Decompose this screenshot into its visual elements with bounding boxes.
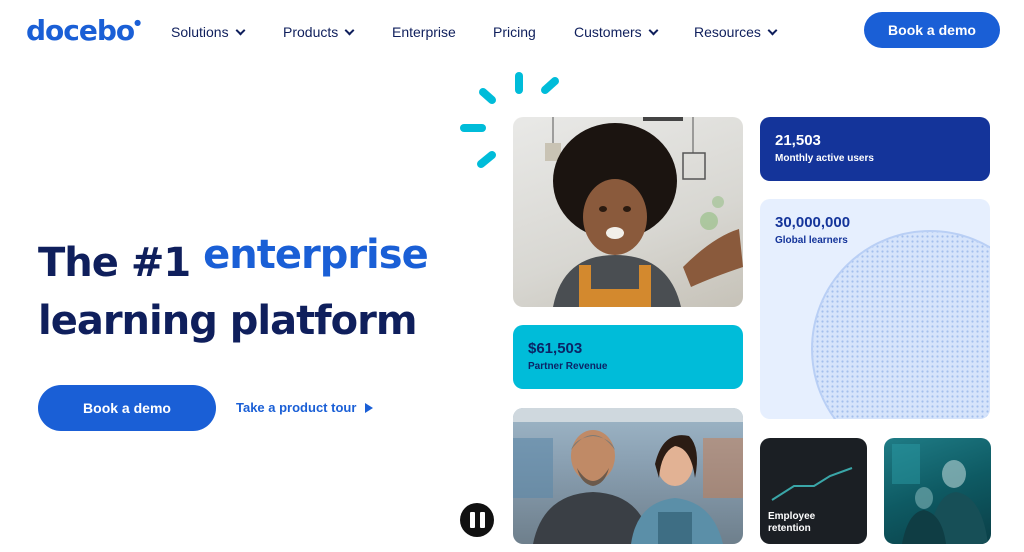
chevron-down-icon [344,25,355,35]
nav-item-label: Products [283,24,339,40]
nav-item-label: Customers [574,24,642,40]
pause-icon[interactable] [460,503,494,537]
product-tour-label: Take a product tour [236,400,357,415]
book-demo-nav-button[interactable]: Book a demo [864,12,1000,48]
stat-value: 21,503 [775,132,821,149]
hero-title-accent: enterprise [203,232,429,278]
docebo-logo[interactable]: docebo● [26,14,141,47]
hero-photo-office [884,438,991,544]
stat-card-partner-revenue: $61,503 Partner Revenue [513,325,743,389]
nav-item-enterprise[interactable]: Enterprise [392,24,456,40]
stat-value: $61,503 [528,340,583,357]
nav-item-products[interactable]: Products [283,24,355,40]
nav-item-label: Pricing [493,24,536,40]
pause-bar [479,512,485,528]
stat-label: Partner Revenue [528,361,608,372]
globe-illustration [811,230,990,419]
nav-item-label: Solutions [171,24,229,40]
hero-photo-woman [513,117,743,307]
hero-photo-workers [513,408,743,544]
stat-label: Global learners [775,235,848,246]
stat-value: 30,000,000 [775,214,851,231]
nav-item-pricing[interactable]: Pricing [493,24,536,40]
stat-label: Employee retention [768,511,816,534]
play-triangle-icon [365,402,374,413]
stat-label: Monthly active users [775,153,874,164]
product-tour-link[interactable]: Take a product tour [236,400,374,415]
nav-item-solutions[interactable]: Solutions [171,24,246,40]
nav-item-resources[interactable]: Resources [694,24,778,40]
hero-title: The #1 enterprise [38,232,429,286]
hero-title-part1: The #1 [38,240,191,286]
nav-item-label: Resources [694,24,761,40]
chevron-down-icon [648,25,659,35]
book-demo-hero-button[interactable]: Book a demo [38,385,216,431]
nav-item-customers[interactable]: Customers [574,24,659,40]
hero-title-line2: learning platform [38,298,418,344]
chevron-down-icon [235,25,246,35]
nav-item-label: Enterprise [392,24,456,40]
stat-card-global-learners: 30,000,000 Global learners [760,199,990,419]
stat-card-employee-retention: Employee retention [760,438,867,544]
pause-bar [469,512,475,528]
chevron-down-icon [767,25,778,35]
stat-card-monthly-users: 21,503 Monthly active users [760,117,990,181]
top-nav: docebo● Solutions Products Enterprise Pr… [0,0,1024,64]
